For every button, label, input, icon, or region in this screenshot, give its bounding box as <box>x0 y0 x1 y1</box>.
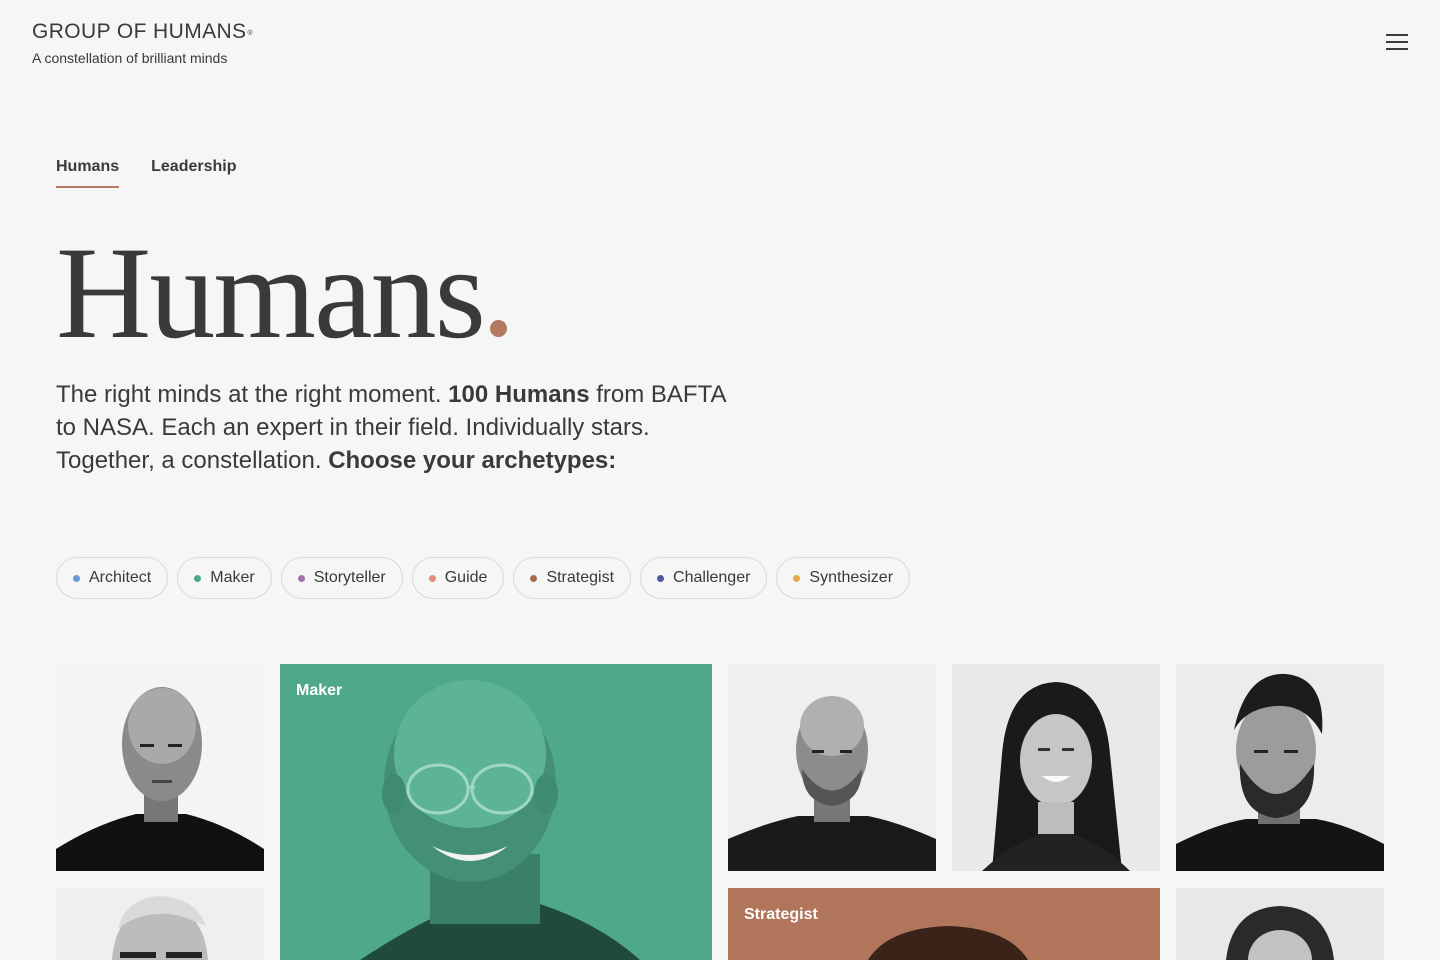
archetype-label: Strategist <box>744 906 818 923</box>
synthesizer-dot-icon <box>793 574 801 582</box>
section-tabs: Humans Leadership <box>56 158 236 188</box>
portrait-photo <box>1176 888 1384 960</box>
storyteller-dot-icon <box>297 574 305 582</box>
portrait-human-1[interactable] <box>56 664 264 871</box>
hamburger-menu-icon[interactable] <box>1386 34 1410 52</box>
portrait-photo <box>1176 664 1384 871</box>
chip-maker[interactable]: Maker <box>177 557 272 599</box>
chip-architect[interactable]: Architect <box>56 557 169 599</box>
architect-dot-icon <box>73 574 80 582</box>
portrait-featured-maker[interactable]: Maker <box>280 664 712 960</box>
page-title: Humans <box>56 218 507 368</box>
tab-humans[interactable]: Humans <box>56 158 120 188</box>
chip-strategist[interactable]: Strategist <box>513 557 632 599</box>
tagline: A constellation of brilliant minds <box>32 50 228 66</box>
portrait-photo <box>56 888 264 960</box>
archetype-filters: Architect Maker Storyteller Guide Strate… <box>56 557 911 599</box>
portrait-featured-strategist[interactable]: Strategist <box>728 888 1160 960</box>
challenger-dot-icon <box>657 574 665 582</box>
portrait-human-3[interactable] <box>952 664 1160 871</box>
brand-logo[interactable]: GROUP OF HUMANS® <box>32 18 253 46</box>
portrait-photo <box>728 664 936 871</box>
strategist-dot-icon <box>530 574 538 582</box>
intro-paragraph: The right minds at the right moment. 100… <box>56 381 726 474</box>
title-accent-dot <box>489 320 507 337</box>
tab-leadership[interactable]: Leadership <box>151 158 236 188</box>
archetype-label: Maker <box>296 682 343 699</box>
chip-storyteller[interactable]: Storyteller <box>280 557 403 599</box>
portrait-photo <box>360 680 640 960</box>
guide-dot-icon <box>428 574 436 582</box>
portrait-photo <box>868 926 1028 960</box>
portrait-photo <box>56 664 264 871</box>
portrait-human-6[interactable] <box>1176 888 1384 960</box>
portrait-human-2[interactable] <box>728 664 936 871</box>
maker-dot-icon <box>194 574 202 582</box>
chip-synthesizer[interactable]: Synthesizer <box>776 557 911 599</box>
registered-mark: ® <box>247 30 254 37</box>
chip-guide[interactable]: Guide <box>411 557 505 599</box>
chip-challenger[interactable]: Challenger <box>640 557 768 599</box>
portrait-human-4[interactable] <box>1176 664 1384 871</box>
portrait-human-5[interactable] <box>56 888 264 960</box>
portrait-photo <box>952 664 1160 871</box>
site-header: GROUP OF HUMANS® A constellation of bril… <box>32 18 253 66</box>
